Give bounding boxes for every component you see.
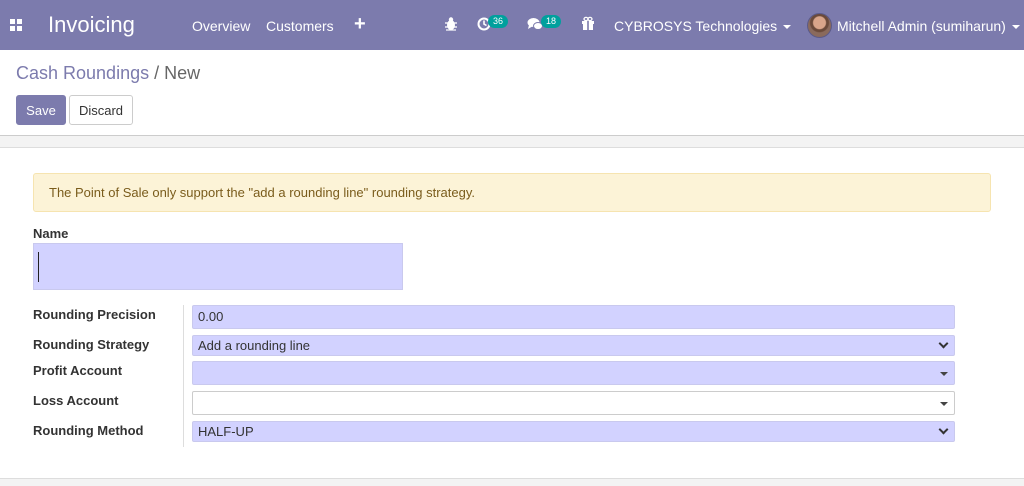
profit-account-input[interactable] (192, 361, 955, 385)
breadcrumb-current: New (164, 63, 201, 83)
warning-alert: The Point of Sale only support the "add … (33, 173, 991, 212)
menu-customers[interactable]: Customers (266, 18, 334, 34)
company-name: CYBROSYS Technologies (614, 18, 778, 34)
text-cursor (38, 252, 39, 282)
chevron-down-icon (938, 338, 949, 349)
rounding-precision-value: 0.00 (198, 309, 224, 324)
name-input[interactable] (33, 243, 403, 290)
rounding-method-select[interactable]: HALF-UP (192, 421, 955, 442)
messages-badge: 18 (541, 15, 562, 28)
name-label: Name (33, 226, 69, 241)
user-menu[interactable]: Mitchell Admin (sumiharun) (837, 18, 1020, 34)
chevron-down-icon (1011, 25, 1020, 30)
breadcrumb-separator: / (154, 63, 160, 83)
rounding-method-value: HALF-UP (198, 424, 254, 439)
dropdown-caret-icon (940, 372, 948, 376)
activity-badge: 36 (488, 15, 509, 28)
rounding-precision-input[interactable]: 0.00 (192, 305, 955, 329)
dropdown-caret-icon (940, 402, 948, 406)
app-title[interactable]: Invoicing (48, 12, 135, 38)
profit-account-label: Profit Account (33, 363, 123, 378)
save-button[interactable]: Save (16, 95, 66, 125)
rounding-strategy-label: Rounding Strategy (33, 337, 150, 352)
loss-account-input[interactable] (192, 391, 955, 415)
user-avatar[interactable] (807, 13, 832, 38)
chevron-down-icon (938, 424, 949, 435)
rounding-precision-label: Rounding Precision (33, 307, 156, 322)
chevron-down-icon (783, 25, 792, 30)
top-navbar: Invoicing Overview Customers + 36 18 CYB… (0, 0, 1024, 50)
plus-icon[interactable]: + (354, 14, 366, 34)
rounding-strategy-value: Add a rounding line (198, 338, 311, 353)
bug-icon[interactable] (444, 16, 458, 32)
rounding-strategy-select[interactable]: Add a rounding line (192, 335, 955, 356)
sheet-background-top (0, 136, 1024, 148)
sheet-background-bottom (0, 478, 1024, 486)
discard-button[interactable]: Discard (69, 95, 133, 125)
breadcrumb: Cash Roundings / New (16, 63, 200, 84)
loss-account-label: Loss Account (33, 393, 119, 408)
user-name: Mitchell Admin (sumiharun) (837, 18, 1006, 34)
breadcrumb-parent[interactable]: Cash Roundings (16, 63, 149, 83)
menu-overview[interactable]: Overview (192, 18, 250, 34)
rounding-method-label: Rounding Method (33, 423, 144, 438)
group-divider (183, 305, 184, 447)
apps-menu-icon[interactable] (10, 19, 22, 31)
gift-icon[interactable] (581, 16, 595, 31)
company-switcher[interactable]: CYBROSYS Technologies (614, 18, 792, 34)
